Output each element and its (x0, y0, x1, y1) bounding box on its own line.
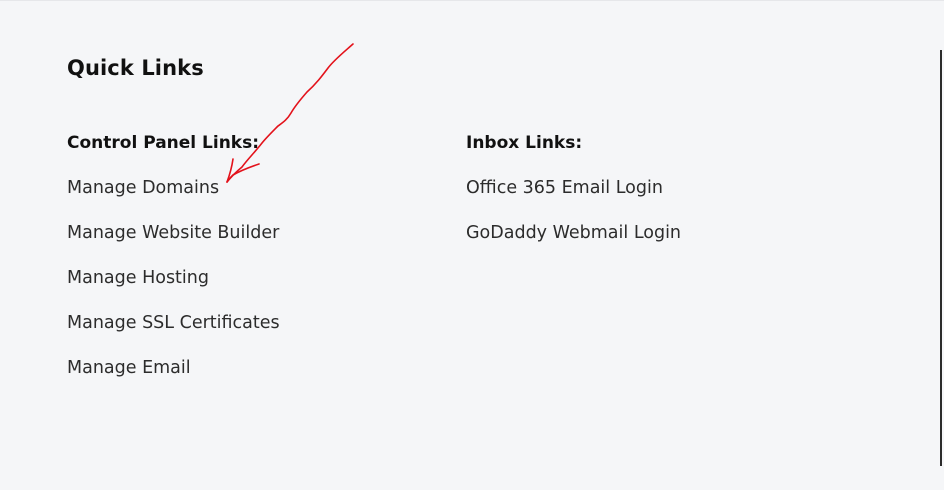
list-item: Manage Website Builder (67, 220, 280, 265)
list-item: Manage Hosting (67, 265, 280, 310)
office-365-email-login-link[interactable]: Office 365 Email Login (466, 175, 663, 201)
list-item: Manage Email (67, 355, 280, 400)
manage-email-link[interactable]: Manage Email (67, 355, 191, 381)
manage-ssl-certificates-link[interactable]: Manage SSL Certificates (67, 310, 280, 336)
control-panel-link-list: Manage Domains Manage Website Builder Ma… (67, 175, 280, 400)
control-panel-links-column: Control Panel Links: Manage Domains Mana… (67, 130, 280, 400)
control-panel-links-heading: Control Panel Links: (67, 133, 260, 153)
list-item: Office 365 Email Login (466, 175, 681, 220)
inbox-links-column: Inbox Links: Office 365 Email Login GoDa… (466, 130, 681, 265)
list-item: GoDaddy Webmail Login (466, 220, 681, 265)
inbox-link-list: Office 365 Email Login GoDaddy Webmail L… (466, 175, 681, 265)
manage-domains-link[interactable]: Manage Domains (67, 175, 219, 201)
top-border (0, 0, 944, 1)
list-item: Manage Domains (67, 175, 280, 220)
inbox-links-heading: Inbox Links: (466, 133, 583, 153)
manage-website-builder-link[interactable]: Manage Website Builder (67, 220, 279, 246)
list-item: Manage SSL Certificates (67, 310, 280, 355)
manage-hosting-link[interactable]: Manage Hosting (67, 265, 209, 291)
section-title: Quick Links (67, 56, 204, 80)
right-edge-divider (940, 50, 942, 466)
godaddy-webmail-login-link[interactable]: GoDaddy Webmail Login (466, 220, 681, 246)
quick-links-page: Quick Links Control Panel Links: Manage … (0, 0, 944, 490)
